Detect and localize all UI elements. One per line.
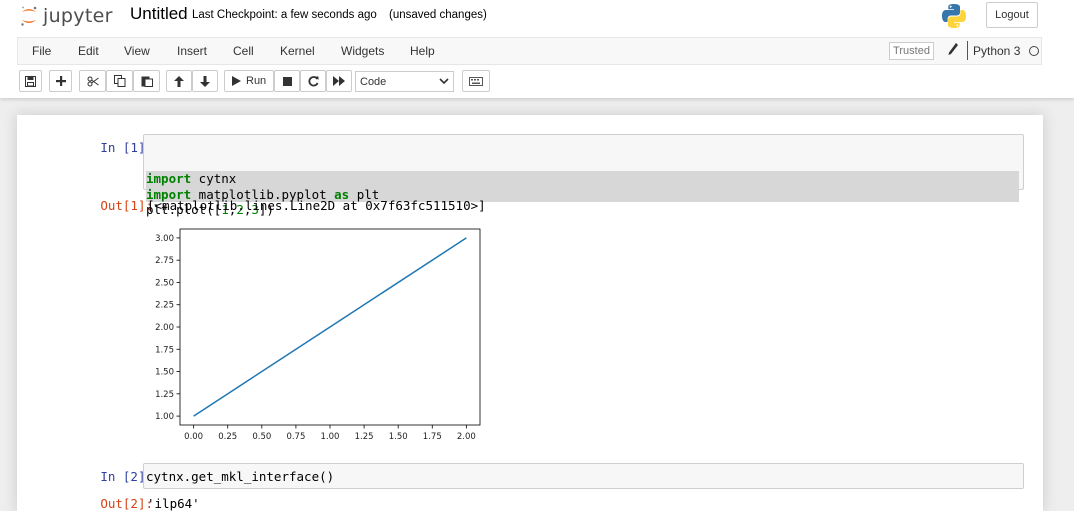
command-palette-button[interactable] — [462, 70, 490, 92]
pencil-icon[interactable] — [947, 42, 959, 58]
run-label: Run — [246, 75, 267, 87]
y-tick-label: 2.25 — [155, 301, 174, 311]
cell-2-code: cytnx.get_mkl_interface() — [146, 469, 335, 484]
toolbar: Run Code — [0, 69, 1074, 95]
y-tick-label: 2.50 — [155, 278, 174, 288]
x-tick-label: 1.25 — [355, 432, 374, 442]
menu-edit[interactable]: Edit — [78, 44, 99, 58]
logout-button[interactable]: Logout — [986, 2, 1038, 28]
restart-run-all-button[interactable] — [326, 70, 352, 92]
keyboard-icon — [469, 76, 483, 86]
code-token: cytnx — [191, 171, 237, 186]
move-up-button[interactable] — [166, 70, 192, 92]
cell-2-in-prompt: In [2]: — [100, 469, 153, 484]
restart-icon — [307, 75, 318, 86]
code-token: import — [146, 171, 192, 186]
notebook-header: jupyter Untitled Last Checkpoint: a few … — [0, 0, 1074, 98]
copy-button[interactable] — [106, 70, 133, 92]
cell-2-code-input[interactable]: cytnx.get_mkl_interface() — [143, 463, 1024, 489]
menu-cell[interactable]: Cell — [233, 44, 254, 58]
y-tick-label: 1.75 — [155, 345, 174, 355]
notebook-name[interactable]: Untitled — [130, 4, 188, 24]
x-tick-label: 2.00 — [457, 432, 476, 442]
interrupt-button[interactable] — [274, 70, 300, 92]
x-tick-label: 0.50 — [252, 432, 271, 442]
stop-icon — [282, 76, 292, 86]
x-tick-label: 0.00 — [184, 432, 203, 442]
kernel-idle-icon — [1029, 46, 1039, 56]
cell-2-out-prompt: Out[2]: — [100, 496, 153, 511]
y-tick-label: 2.75 — [155, 256, 174, 266]
kernel-divider — [967, 41, 968, 60]
restart-button[interactable] — [300, 70, 326, 92]
copy-icon — [113, 75, 125, 87]
run-icon — [232, 76, 241, 86]
cut-button[interactable] — [79, 70, 106, 92]
cell-1-code-input[interactable]: import cytnx import matplotlib.pyplot as … — [143, 134, 1024, 217]
paste-icon — [141, 76, 153, 87]
x-tick-label: 1.00 — [321, 432, 340, 442]
trusted-indicator[interactable]: Trusted — [889, 42, 934, 60]
jupyter-logo[interactable]: jupyter — [20, 3, 113, 29]
menu-help[interactable]: Help — [410, 44, 435, 58]
insert-cell-button[interactable] — [49, 70, 72, 92]
chevron-down-icon — [439, 78, 449, 85]
cut-icon — [87, 76, 99, 86]
plus-icon — [55, 76, 66, 86]
y-tick-label: 3.00 — [155, 234, 174, 244]
y-tick-label: 1.50 — [155, 368, 174, 378]
cell-type-select[interactable]: Code — [355, 71, 454, 92]
menubar: File Edit View Insert Cell Kernel Widget… — [17, 37, 1042, 65]
y-tick-label: 2.00 — [155, 323, 174, 333]
jupyter-logo-text: jupyter — [43, 5, 113, 27]
menu-insert[interactable]: Insert — [177, 44, 207, 58]
paste-button[interactable] — [133, 70, 160, 92]
arrow-up-icon — [174, 75, 184, 87]
python-logo-icon — [942, 4, 966, 28]
cell-1-output-text: [<matplotlib.lines.Line2D at 0x7f63fc511… — [147, 198, 486, 213]
line-plot: 0.00 0.25 0.50 0.75 1.00 1.25 1.50 1.75 2.00 1.00… — [155, 228, 481, 442]
menu-file[interactable]: File — [32, 44, 51, 58]
arrow-down-icon — [200, 75, 210, 87]
x-tick-label: 1.50 — [389, 432, 408, 442]
x-tick-label: 1.75 — [423, 432, 442, 442]
code-line: import cytnx — [146, 171, 1019, 187]
kernel-name[interactable]: Python 3 — [973, 44, 1020, 58]
jupyter-logo-icon — [21, 6, 37, 26]
run-button[interactable]: Run — [224, 70, 274, 92]
menu-view[interactable]: View — [124, 44, 150, 58]
cell-type-value: Code — [360, 75, 387, 88]
menu-widgets[interactable]: Widgets — [341, 44, 384, 58]
y-tick-label: 1.25 — [155, 390, 174, 400]
cell-1-out-prompt: Out[1]: — [100, 198, 153, 213]
save-icon — [25, 75, 36, 87]
menu-kernel[interactable]: Kernel — [280, 44, 315, 58]
notebook-container: In [1]: import cytnx import matplotlib.py… — [17, 115, 1043, 511]
y-tick-label: 1.00 — [155, 412, 174, 422]
x-tick-label: 0.75 — [286, 432, 305, 442]
save-button[interactable] — [19, 70, 42, 92]
autosave-status: (unsaved changes) — [389, 9, 487, 21]
checkpoint-status: Last Checkpoint: a few seconds ago — [192, 9, 377, 21]
move-down-button[interactable] — [192, 70, 218, 92]
fast-forward-icon — [333, 76, 345, 86]
cell-1-in-prompt: In [1]: — [100, 140, 153, 155]
cell-2-output-text: 'ilp64' — [147, 496, 200, 511]
x-tick-label: 0.25 — [218, 432, 237, 442]
